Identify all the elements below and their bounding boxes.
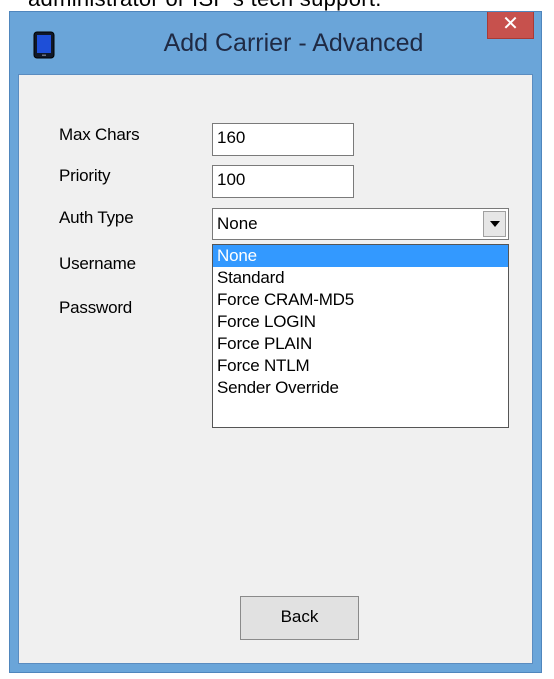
dropdown-option-standard[interactable]: Standard [213, 267, 508, 289]
max-chars-input[interactable]: 160 [212, 123, 354, 156]
dropdown-arrow-button[interactable] [483, 211, 506, 237]
dialog-client-area: Max Chars 160 Priority 100 Auth Type Non… [18, 74, 533, 664]
auth-type-label: Auth Type [59, 208, 134, 227]
password-label: Password [59, 298, 133, 317]
priority-input[interactable]: 100 [212, 165, 354, 198]
auth-type-dropdown-list: None Standard Force CRAM-MD5 Force LOGIN… [212, 244, 509, 428]
back-button[interactable]: Back [240, 596, 359, 640]
chevron-down-icon [490, 221, 500, 227]
dropdown-option-force-ntlm[interactable]: Force NTLM [213, 355, 508, 377]
page: administrator or ISP's tech support. Add… [0, 0, 554, 679]
dropdown-option-sender-override[interactable]: Sender Override [213, 377, 508, 399]
dropdown-option-force-login[interactable]: Force LOGIN [213, 311, 508, 333]
username-label: Username [59, 254, 136, 273]
dropdown-option-force-plain[interactable]: Force PLAIN [213, 333, 508, 355]
auth-type-select[interactable]: None [212, 208, 509, 240]
auth-type-value: None [217, 214, 258, 233]
title-bar[interactable]: Add Carrier - Advanced ✕ [10, 12, 541, 74]
window-title: Add Carrier - Advanced [163, 29, 424, 57]
dropdown-option-force-cram-md5[interactable]: Force CRAM-MD5 [213, 289, 508, 311]
priority-label: Priority [59, 166, 111, 185]
dialog-window: Add Carrier - Advanced ✕ Max Chars 160 P… [9, 11, 542, 673]
dropdown-option-none[interactable]: None [213, 245, 508, 267]
close-button[interactable]: ✕ [487, 12, 534, 39]
max-chars-label: Max Chars [59, 125, 140, 144]
